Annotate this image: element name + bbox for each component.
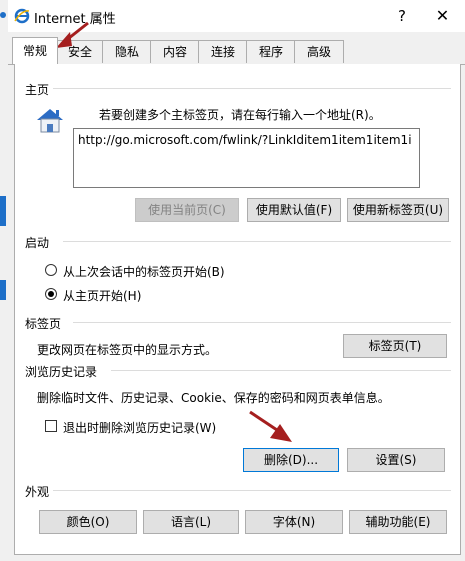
annotation-arrow-icon — [52, 20, 92, 50]
help-button[interactable]: ? — [384, 0, 420, 32]
accessibility-button[interactable]: 辅助功能(E) — [349, 510, 447, 534]
colors-button[interactable]: 颜色(O) — [39, 510, 137, 534]
section-divider — [63, 241, 451, 242]
tabs-settings-button[interactable]: 标签页(T) — [343, 334, 447, 358]
startup-last-session-label[interactable]: 从上次会话中的标签页开始(B) — [63, 263, 225, 280]
internet-explorer-icon — [14, 8, 30, 24]
startup-homepage-radio[interactable] — [45, 288, 57, 300]
history-section-label: 浏览历史记录 — [25, 365, 98, 379]
tabs-description: 更改网页在标签页中的显示方式。 — [37, 343, 218, 357]
startup-section-label: 启动 — [25, 236, 50, 250]
delete-history-button[interactable]: 删除(D)... — [243, 448, 339, 472]
tabs-section-label: 标签页 — [25, 317, 62, 331]
background-window-fragment — [0, 280, 6, 300]
section-divider — [111, 370, 451, 371]
tab-programs[interactable]: 程序 — [246, 40, 296, 63]
startup-last-session-radio[interactable] — [45, 264, 57, 276]
delete-history-on-exit-checkbox[interactable] — [45, 420, 57, 432]
background-window-fragment — [0, 196, 6, 226]
history-description: 删除临时文件、历史记录、Cookie、保存的密码和网页表单信息。 — [37, 391, 390, 405]
general-tab-panel: 主页 若要创建多个主标签页，请在每行输入一个地址(R)。 http://go.m… — [14, 64, 461, 555]
home-icon — [35, 106, 65, 134]
startup-homepage-label[interactable]: 从主页开始(H) — [63, 287, 141, 304]
tab-general[interactable]: 常规 — [12, 37, 58, 64]
use-new-tab-button[interactable]: 使用新标签页(U) — [347, 198, 449, 222]
history-settings-button[interactable]: 设置(S) — [347, 448, 445, 472]
fonts-button[interactable]: 字体(N) — [245, 510, 343, 534]
use-current-page-button[interactable]: 使用当前页(C) — [135, 198, 239, 222]
section-divider — [53, 88, 451, 89]
homepage-instruction: 若要创建多个主标签页，请在每行输入一个地址(R)。 — [99, 108, 381, 122]
use-default-button[interactable]: 使用默认值(F) — [247, 198, 341, 222]
radio-selected-dot — [48, 291, 54, 297]
homepage-url-textarea[interactable]: http://go.microsoft.com/fwlink/?LinkIdit… — [73, 128, 420, 188]
section-divider — [73, 322, 451, 323]
tab-privacy[interactable]: 隐私 — [102, 40, 152, 63]
languages-button[interactable]: 语言(L) — [143, 510, 239, 534]
background-window-icon — [0, 8, 6, 22]
internet-properties-dialog: Internet 属性 ? ✕ 常规 安全 隐私 内容 连接 程序 高级 主页 … — [8, 0, 465, 561]
homepage-section-label: 主页 — [25, 83, 50, 97]
section-divider — [53, 490, 451, 491]
tab-connections[interactable]: 连接 — [198, 40, 248, 63]
delete-history-on-exit-label[interactable]: 退出时删除浏览历史记录(W) — [63, 419, 216, 436]
annotation-arrow-icon — [246, 408, 296, 446]
tab-advanced[interactable]: 高级 — [294, 40, 344, 63]
appearance-section-label: 外观 — [25, 485, 50, 499]
close-button[interactable]: ✕ — [420, 0, 465, 32]
tab-content[interactable]: 内容 — [150, 40, 200, 63]
